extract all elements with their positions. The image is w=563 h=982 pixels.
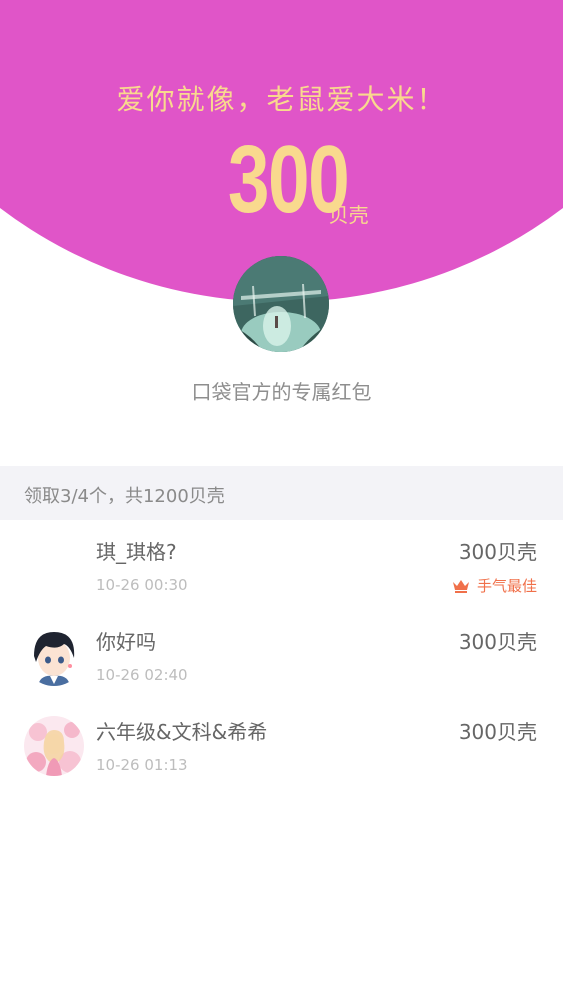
record-time: 10-26 02:40 [96,666,188,684]
sender-avatar[interactable] [233,256,329,352]
sender-name: 口袋官方的专属红包 [191,380,372,404]
summary-bar: 领取3/4个，共1200贝壳 [0,466,563,520]
amount-value: 300 [228,126,350,233]
record-amount: 300贝壳 [458,720,537,744]
record-item[interactable]: 你好吗 10-26 02:40 300贝壳 [0,610,563,700]
record-item[interactable]: 琪_琪格? 10-26 00:30 300贝壳 手气最佳 [0,520,563,610]
crown-icon [452,579,469,593]
record-amount: 300贝壳 [458,630,537,654]
record-name: 琪_琪格? [96,540,177,564]
user-avatar[interactable] [24,716,84,776]
summary-text: 领取3/4个，共1200贝壳 [24,486,225,507]
user-avatar[interactable] [24,626,84,686]
anime-girl-avatar-image [24,716,84,776]
record-time: 10-26 00:30 [96,576,188,594]
record-item[interactable]: 六年级&文科&希希 10-26 01:13 300贝壳 [0,700,563,790]
hero-slogan: 爱你就像，老鼠爱大米！ [116,83,447,116]
record-name: 六年级&文科&希希 [96,720,268,744]
red-packet-detail-page: 爱你就像，老鼠爱大米！ 300贝壳 口袋官方的专属红包 领取3/4个，共1200… [0,0,563,982]
best-luck-badge: 手气最佳 [451,575,537,596]
anime-boy-avatar-image [24,626,84,686]
hero-amount: 300贝壳 [0,130,563,230]
record-amount: 300贝壳 [458,540,537,564]
record-name: 你好吗 [96,630,156,654]
landscape-avatar-image [233,256,329,352]
best-luck-label: 手气最佳 [476,577,537,595]
record-time: 10-26 01:13 [96,756,188,774]
